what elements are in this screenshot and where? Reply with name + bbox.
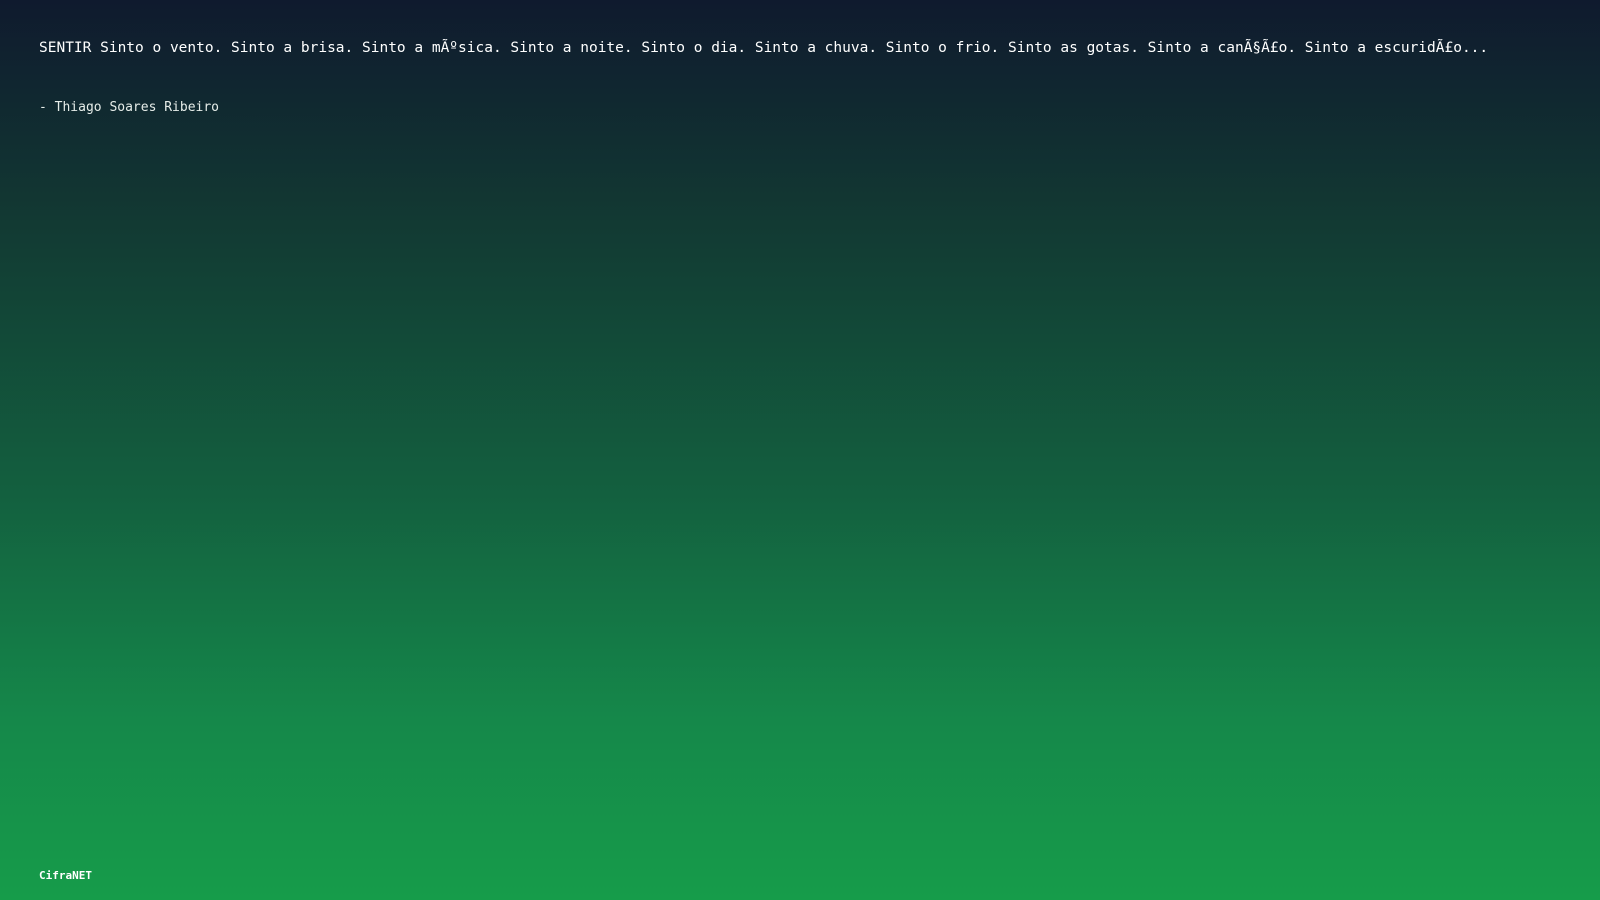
quote-text: SENTIR Sinto o vento. Sinto a brisa. Sin… bbox=[39, 40, 1489, 56]
quote-author: - Thiago Soares Ribeiro bbox=[39, 100, 220, 115]
brand-logo-text: CifraNET bbox=[39, 869, 92, 882]
